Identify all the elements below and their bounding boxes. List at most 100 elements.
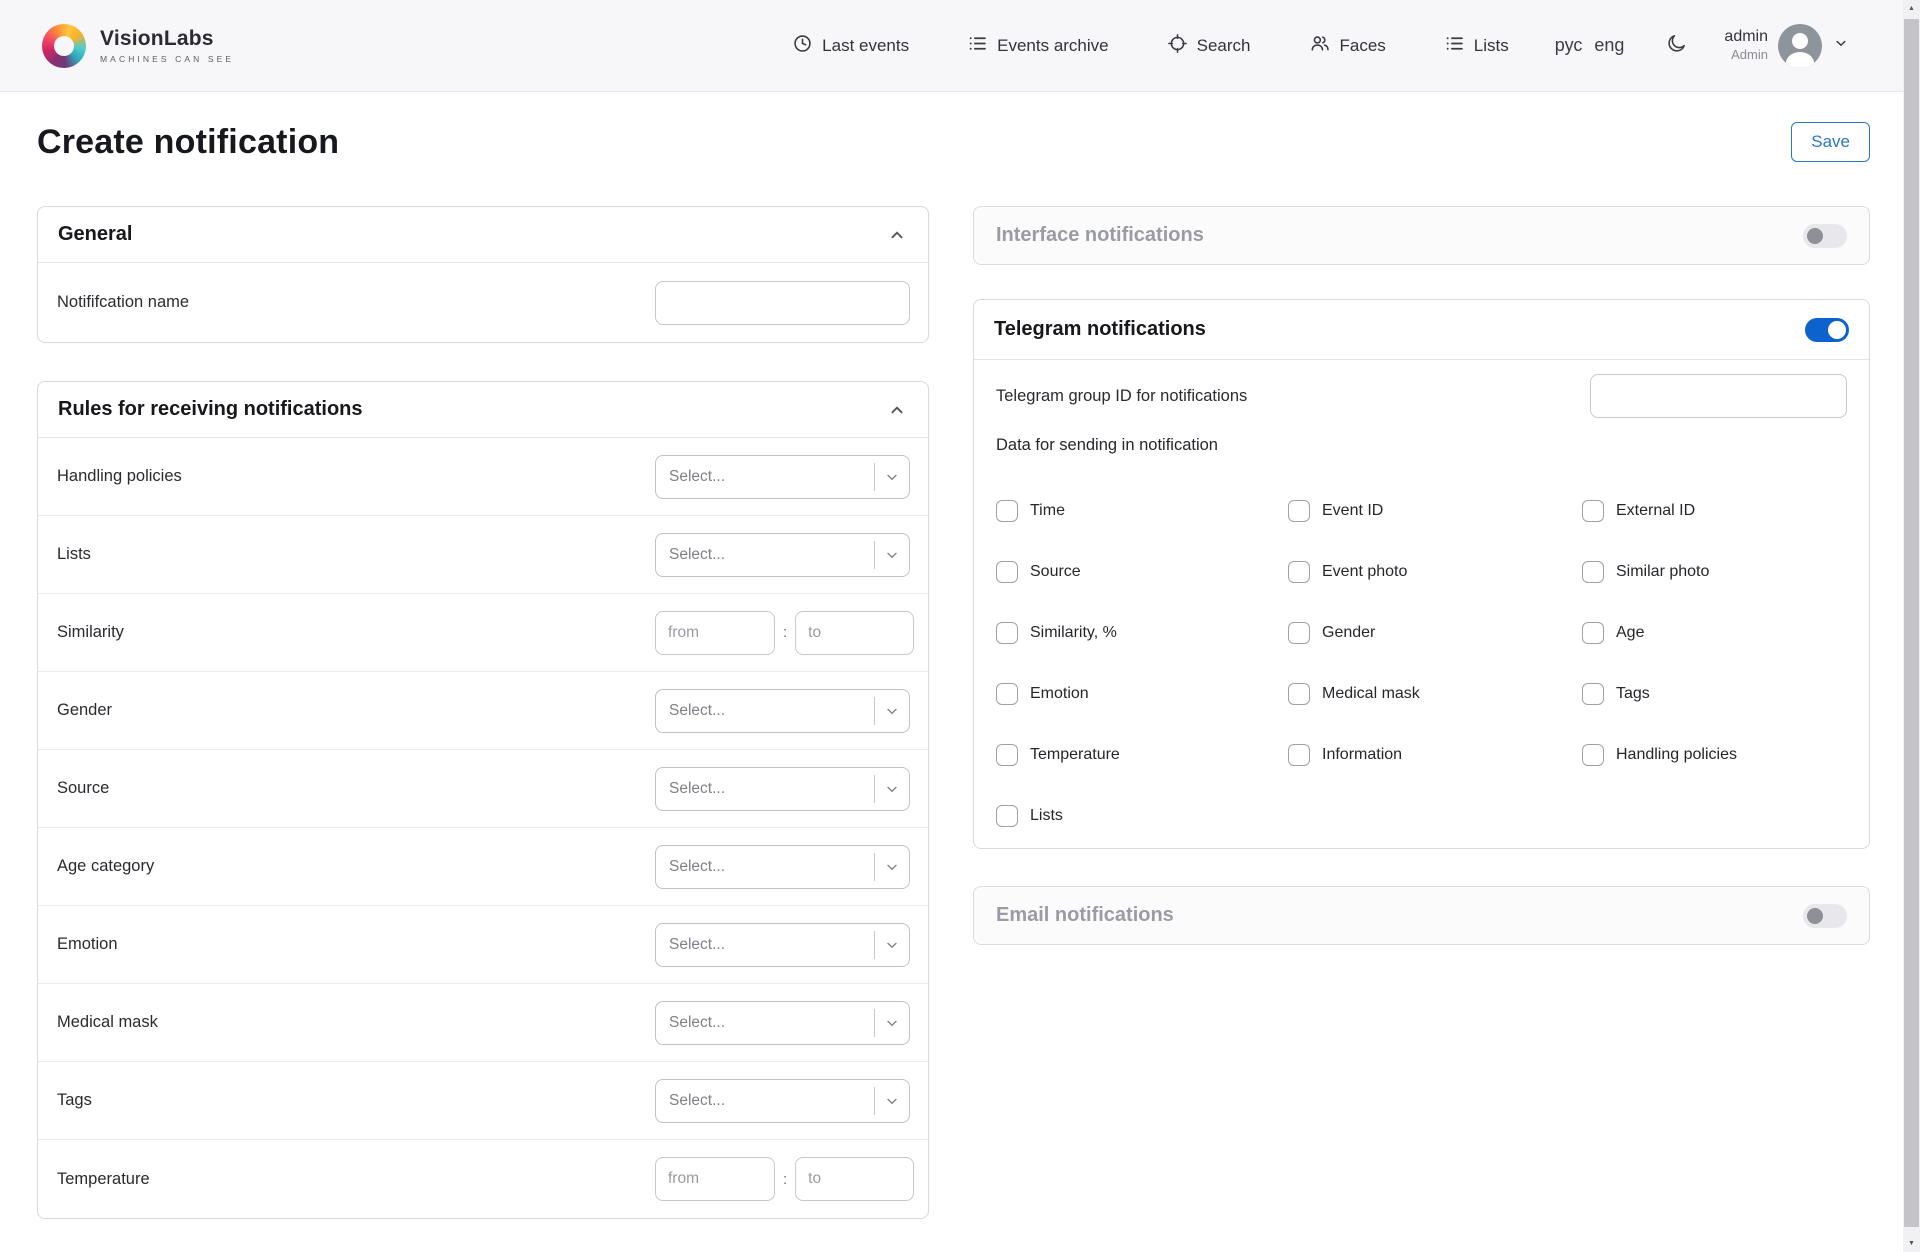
list-icon [1444,33,1465,59]
gender-select[interactable]: Select... [655,688,910,733]
checkbox-icon [1288,683,1310,705]
rule-row-age-category: Age category Select... [38,828,928,906]
telegram-notifications-card: Telegram notifications Telegram group ID… [973,299,1870,849]
rule-row-gender: Gender Select... [38,672,928,750]
checkbox-tags[interactable]: Tags [1582,682,1847,706]
checkbox-icon [1582,500,1604,522]
similarity-from-input[interactable] [655,610,775,655]
checkbox-medical-mask[interactable]: Medical mask [1288,682,1582,706]
checkbox-event-id[interactable]: Event ID [1288,499,1582,523]
interface-notifications-toggle[interactable] [1803,223,1847,248]
tags-select[interactable]: Select... [655,1078,910,1123]
rule-row-handling-policies: Handling policies Select... [38,438,928,516]
rules-card-title: Rules for receiving notifications [58,398,363,420]
interface-notifications-card: Interface notifications [973,206,1870,265]
similarity-to-input[interactable] [795,610,915,655]
telegram-notifications-toggle[interactable] [1805,317,1849,342]
nav-search[interactable]: Search [1167,33,1251,59]
page-title: Create notification [37,122,340,161]
chevron-down-icon [875,781,909,797]
lang-eng[interactable]: eng [1594,35,1624,56]
avatar [1778,23,1822,68]
checkbox-information[interactable]: Information [1288,743,1582,767]
nav-last-events[interactable]: Last events [792,33,909,59]
telegram-notifications-title: Telegram notifications [994,318,1206,340]
notification-name-label: Notififcation name [57,293,190,311]
moon-icon [1666,32,1688,59]
user-menu[interactable]: admin Admin [1724,23,1850,68]
checkbox-external-id[interactable]: External ID [1582,499,1847,523]
brand-tagline: MACHINES CAN SEE [100,54,235,64]
checkbox-icon [996,683,1018,705]
scroll-down-icon[interactable]: ▼ [1903,1235,1920,1252]
chevron-up-icon [891,405,903,413]
chevron-down-icon [875,937,909,953]
chevron-down-icon [875,1015,909,1031]
email-notifications-card: Email notifications [973,886,1870,945]
nav-events-archive[interactable]: Events archive [967,33,1109,59]
dark-mode-toggle[interactable] [1666,32,1688,59]
nav-lists[interactable]: Lists [1444,33,1509,59]
checkbox-emotion[interactable]: Emotion [996,682,1288,706]
chevron-up-icon [891,230,903,238]
collapse-button[interactable] [886,224,908,246]
chevron-down-icon [875,469,909,485]
email-notifications-toggle[interactable] [1803,903,1847,928]
checkbox-icon [996,744,1018,766]
temperature-to-input[interactable] [795,1157,915,1201]
chevron-down-icon [1832,34,1850,57]
nav-label: Events archive [997,35,1109,55]
lists-select[interactable]: Select... [655,532,910,577]
checkbox-similarity[interactable]: Similarity, % [996,621,1288,645]
telegram-group-id-label: Telegram group ID for notifications [996,386,1248,405]
checkbox-similar-photo[interactable]: Similar photo [1582,560,1847,584]
scroll-up-icon[interactable]: ▲ [1903,0,1920,17]
checkbox-icon [996,500,1018,522]
checkbox-icon [996,622,1018,644]
checkbox-icon [1582,561,1604,583]
rule-row-emotion: Emotion Select... [38,906,928,984]
main-nav: Last events Events archive Search Faces … [792,33,1509,59]
content: Create notification Save General Notifif… [0,122,1920,1252]
general-card: General Notififcation name [37,206,929,343]
notification-name-input[interactable] [655,280,910,325]
checkbox-lists[interactable]: Lists [996,804,1288,828]
checkbox-handling-policies[interactable]: Handling policies [1582,743,1847,767]
nav-faces[interactable]: Faces [1309,33,1386,59]
visionlabs-logo-icon [42,23,86,68]
checkbox-icon [1582,744,1604,766]
telegram-group-id-input[interactable] [1590,374,1847,418]
rule-row-source: Source Select... [38,750,928,828]
focus-icon [1167,33,1188,59]
checkbox-event-photo[interactable]: Event photo [1288,560,1582,584]
list-icon [967,33,988,59]
save-button[interactable]: Save [1791,122,1870,162]
lang-rus[interactable]: рус [1555,35,1583,56]
checkbox-source[interactable]: Source [996,560,1288,584]
emotion-select[interactable]: Select... [655,922,910,967]
general-card-title: General [58,223,133,245]
checkbox-gender[interactable]: Gender [1288,621,1582,645]
handling-policies-select[interactable]: Select... [655,454,910,499]
rule-row-lists: Lists Select... [38,516,928,594]
notification-data-checkbox-grid: Time Event ID External ID Source Event p… [996,499,1847,828]
source-select[interactable]: Select... [655,766,910,811]
scrollbar[interactable]: ▲ ▼ [1903,0,1920,1252]
chevron-down-icon [875,1093,909,1109]
checkbox-icon [1288,622,1310,644]
checkbox-temperature[interactable]: Temperature [996,743,1288,767]
temperature-from-input[interactable] [655,1157,775,1201]
collapse-button[interactable] [886,399,908,421]
nav-label: Lists [1473,35,1509,55]
checkbox-icon [996,805,1018,827]
clock-icon [792,33,813,59]
user-role: Admin [1731,47,1768,63]
scrollbar-thumb[interactable] [1904,19,1919,1227]
medical-mask-select[interactable]: Select... [655,1000,910,1045]
interface-notifications-title: Interface notifications [996,224,1204,246]
brand[interactable]: VisionLabs MACHINES CAN SEE [42,23,235,68]
age-category-select[interactable]: Select... [655,844,910,889]
checkbox-age[interactable]: Age [1582,621,1847,645]
rule-row-similarity: Similarity : [38,594,928,672]
checkbox-time[interactable]: Time [996,499,1288,523]
